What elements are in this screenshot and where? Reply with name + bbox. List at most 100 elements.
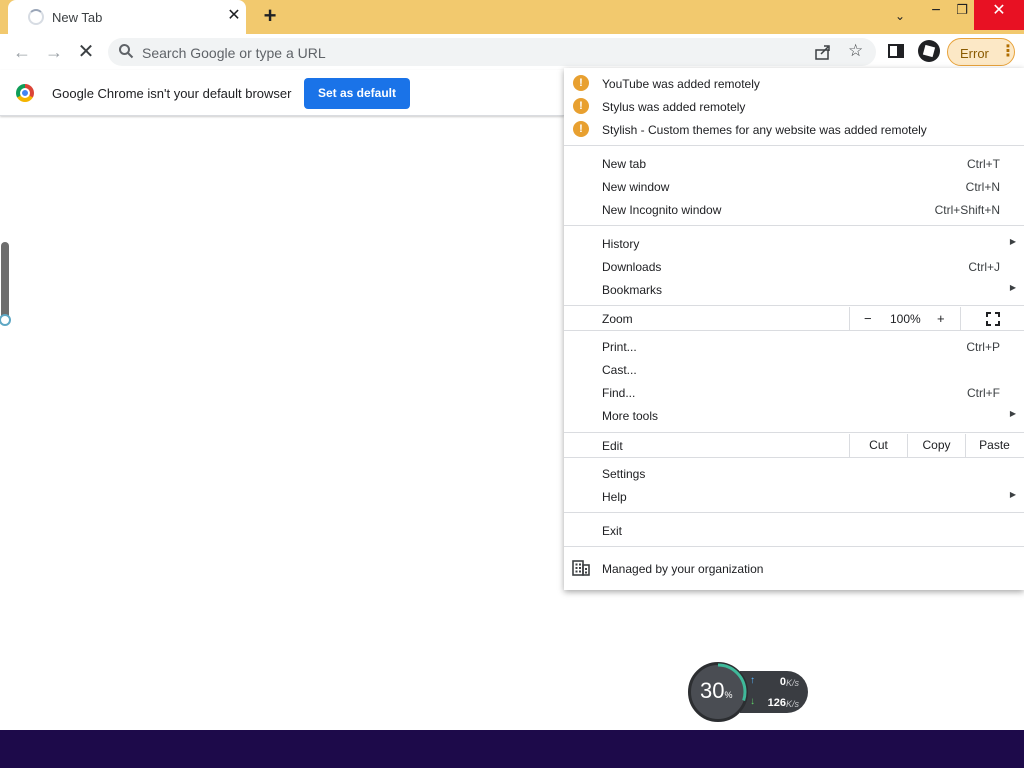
error-label: Error — [960, 46, 989, 61]
menu-item-label: New tab — [602, 157, 647, 171]
menu-item-label: Edit — [602, 439, 623, 453]
menu-item-cast[interactable]: Cast... — [564, 358, 1024, 381]
menu-item-label: Exit — [602, 524, 623, 538]
window-close-button[interactable]: ✕ — [974, 0, 1024, 30]
upload-speed: 0 — [779, 676, 786, 688]
paste-button[interactable]: Paste — [965, 434, 1023, 457]
menu-item-label: New window — [602, 180, 670, 194]
download-speed: 126 — [767, 697, 786, 709]
star-icon[interactable]: ☆ — [848, 41, 863, 61]
zoom-level: 100% — [890, 312, 921, 326]
search-icon — [119, 44, 134, 59]
menu-item-settings[interactable]: Settings — [564, 462, 1024, 485]
tab-title: New Tab — [52, 10, 103, 25]
chrome-logo-icon — [16, 84, 34, 102]
menu-item-label: Zoom — [602, 312, 633, 326]
menu-separator — [564, 225, 1024, 226]
menu-item-edit: Edit Cut Copy Paste — [564, 434, 1024, 457]
menu-item-shortcut: Ctrl+F — [967, 386, 1000, 400]
toolbar: ← → ✕ Search Google or type a URL ☆ Erro… — [0, 34, 1024, 70]
usage-percent-value: 30 — [700, 678, 725, 703]
side-panel-icon[interactable] — [888, 44, 904, 58]
tab-new-tab[interactable]: New Tab ✕ — [8, 0, 246, 34]
zoom-in-button[interactable]: + — [937, 311, 945, 326]
menu-item-print[interactable]: Print... Ctrl+P — [564, 335, 1024, 358]
submenu-arrow-icon: ▶ — [1009, 409, 1016, 418]
menu-separator — [564, 432, 1024, 433]
side-slider[interactable] — [1, 242, 9, 322]
cut-button[interactable]: Cut — [849, 434, 907, 457]
menu-separator — [564, 546, 1024, 547]
zoom-out-button[interactable]: − — [864, 311, 872, 326]
menu-item-shortcut: Ctrl+T — [967, 157, 1000, 171]
notification-stylus[interactable]: ! Stylus was added remotely — [564, 95, 1024, 118]
omnibox[interactable]: Search Google or type a URL ☆ — [108, 38, 876, 66]
zoom-controls: − 100% + — [849, 307, 961, 330]
usage-percent: 30% — [700, 678, 733, 704]
warning-icon: ! — [573, 75, 589, 91]
taskbar — [0, 730, 1024, 768]
warning-icon: ! — [573, 98, 589, 114]
menu-separator — [564, 145, 1024, 146]
notification-label: YouTube was added remotely — [602, 77, 760, 91]
upload-arrow-icon: ↑ — [750, 675, 755, 686]
menu-item-shortcut: Ctrl+Shift+N — [934, 203, 1000, 217]
notification-label: Stylus was added remotely — [602, 100, 746, 114]
warning-icon: ! — [573, 121, 589, 137]
back-button[interactable]: ← — [10, 40, 34, 64]
menu-item-zoom: Zoom − 100% + — [564, 307, 1024, 330]
menu-item-history[interactable]: History ▶ — [564, 232, 1024, 255]
error-menu-button[interactable]: Error ⋮ — [947, 38, 1016, 66]
menu-item-label: Help — [602, 490, 627, 504]
menu-separator — [564, 457, 1024, 458]
new-tab-button[interactable]: + — [258, 5, 282, 29]
menu-item-label: History — [602, 237, 640, 251]
menu-item-exit[interactable]: Exit — [564, 519, 1024, 542]
download-arrow-icon: ↓ — [750, 696, 755, 707]
default-browser-infobar: Google Chrome isn't your default browser… — [0, 70, 564, 116]
menu-item-managed[interactable]: Managed by your organization — [564, 557, 1024, 580]
menu-item-label: Print... — [602, 340, 637, 354]
menu-item-downloads[interactable]: Downloads Ctrl+J — [564, 255, 1024, 278]
share-icon[interactable] — [814, 43, 832, 61]
usage-percent-sign: % — [724, 690, 733, 700]
menu-item-help[interactable]: Help ▶ — [564, 485, 1024, 508]
menu-item-label: Cast... — [602, 363, 637, 377]
menu-item-new-window[interactable]: New window Ctrl+N — [564, 175, 1024, 198]
stop-loading-button[interactable]: ✕ — [74, 40, 98, 64]
menu-separator — [564, 305, 1024, 306]
menu-item-shortcut: Ctrl+P — [966, 340, 1000, 354]
notification-stylish[interactable]: ! Stylish - Custom themes for any websit… — [564, 118, 1024, 141]
menu-item-bookmarks[interactable]: Bookmarks ▶ — [564, 278, 1024, 301]
notification-youtube[interactable]: ! YouTube was added remotely — [564, 72, 1024, 95]
copy-button[interactable]: Copy — [907, 434, 965, 457]
building-icon — [572, 560, 590, 576]
tab-close-icon[interactable]: ✕ — [224, 6, 244, 26]
loading-spinner-icon — [28, 9, 44, 25]
tab-search-button[interactable]: ⌄ — [886, 6, 914, 36]
menu-separator — [564, 330, 1024, 331]
side-slider-handle[interactable] — [0, 314, 11, 326]
menu-item-find[interactable]: Find... Ctrl+F — [564, 381, 1024, 404]
menu-item-shortcut: Ctrl+J — [968, 260, 1000, 274]
menu-item-new-tab[interactable]: New tab Ctrl+T — [564, 152, 1024, 175]
set-as-default-button[interactable]: Set as default — [304, 78, 410, 109]
menu-separator — [564, 512, 1024, 513]
menu-item-label: Settings — [602, 467, 646, 481]
menu-item-more-tools[interactable]: More tools ▶ — [564, 404, 1024, 427]
restore-button[interactable]: ❐ — [950, 0, 974, 30]
notification-label: Stylish - Custom themes for any website … — [602, 123, 927, 137]
forward-button[interactable]: → — [42, 40, 66, 64]
menu-item-label: More tools — [602, 409, 659, 423]
submenu-arrow-icon: ▶ — [1009, 490, 1016, 499]
roblox-icon[interactable] — [918, 40, 940, 62]
menu-item-new-incognito[interactable]: New Incognito window Ctrl+Shift+N — [564, 198, 1024, 221]
fullscreen-icon[interactable] — [986, 312, 1000, 326]
chrome-menu: ! YouTube was added remotely ! Stylus wa… — [564, 68, 1024, 590]
minimize-button[interactable]: − — [922, 0, 950, 30]
submenu-arrow-icon: ▶ — [1009, 283, 1016, 292]
upload-unit: K/s — [786, 678, 800, 688]
title-bar: New Tab ✕ + ⌄ − ❐ ✕ — [0, 0, 1024, 34]
more-vert-icon: ⋮ — [1000, 43, 1016, 60]
infobar-message: Google Chrome isn't your default browser — [52, 86, 292, 101]
